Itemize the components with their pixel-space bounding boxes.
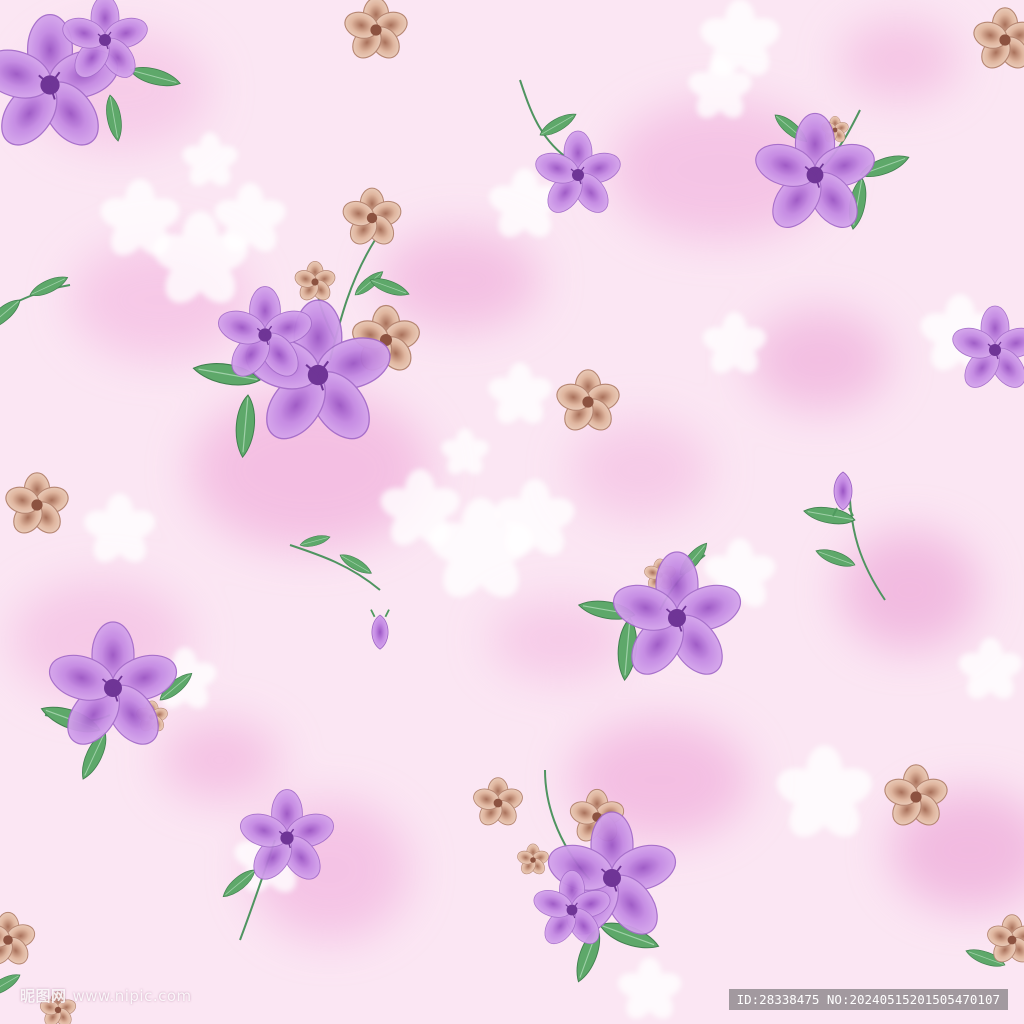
watermark-site: www.nipic.com (72, 987, 192, 1005)
floral-pattern-canvas: 昵图网 www.nipic.com ID:28338475 NO:20240515… (0, 0, 1024, 1024)
watermark-id-badge: ID:28338475 NO:20240515201505470107 (728, 989, 1008, 1010)
floral-artwork (0, 0, 1024, 1024)
watermark-logo-text: 昵图网 (20, 987, 67, 1005)
watermark-logo: 昵图网 www.nipic.com (20, 985, 192, 1006)
